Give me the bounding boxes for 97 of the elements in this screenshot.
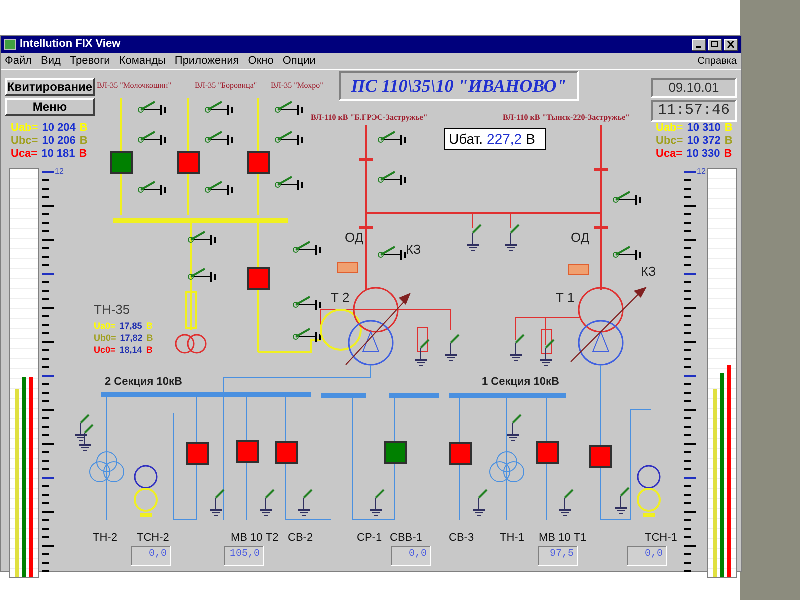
voltage-unit: В <box>724 148 732 161</box>
command-button[interactable]: Квитирование <box>5 78 95 96</box>
date-display: 09.10.01 <box>651 78 737 98</box>
menu-item[interactable]: Приложения <box>174 52 240 70</box>
voltage-unit: В <box>724 122 733 135</box>
menu-item[interactable]: Вид <box>41 52 61 70</box>
bay-label: ТН-1 <box>500 531 524 546</box>
voltage-unit: В <box>146 332 154 344</box>
voltage-label: Uab= <box>656 122 684 135</box>
battery-label: Uбат. <box>449 130 484 148</box>
voltage-label: Ub0= <box>94 332 116 344</box>
meter-display: 0,0 <box>391 546 431 566</box>
transformer-t2-icon <box>320 287 411 366</box>
transformer-title: ТН-35 <box>94 301 132 319</box>
equipment-label: Т 2 <box>331 289 350 307</box>
bay-label: ТСН-2 <box>137 531 170 546</box>
battery-unit: В <box>526 130 536 148</box>
line-label: ВЛ-110 кВ "Тынск-220-Застружье" <box>503 112 630 124</box>
bay-label: СВ-2 <box>288 531 314 546</box>
voltage-value: 10 181 <box>42 148 76 161</box>
voltage-unit: В <box>80 135 88 148</box>
equipment-label: ОД <box>571 229 590 247</box>
command-button[interactable]: Меню <box>5 98 95 116</box>
bay-label: СВВ-1 <box>390 531 422 546</box>
menu-item[interactable]: Справка <box>698 54 737 68</box>
voltage-value: 10 206 <box>42 135 76 148</box>
voltage-value: 17,82 <box>120 332 143 344</box>
menu-item[interactable]: Файл <box>5 52 32 70</box>
auxiliary-transformer-icon <box>637 465 661 517</box>
meter-display: 0,0 <box>131 546 171 566</box>
circuit-breaker[interactable] <box>536 441 559 464</box>
substation-banner: ПС 110\35\10 "ИВАНОВО" <box>339 71 579 101</box>
close-button[interactable] <box>724 38 738 50</box>
voltage-unit: В <box>146 344 153 356</box>
menu-item[interactable]: Опции <box>282 52 316 70</box>
app-icon <box>4 39 16 50</box>
circuit-breaker[interactable] <box>186 442 209 465</box>
restore-icon <box>711 41 719 48</box>
line-label: ВЛ-35 "Боровица" <box>195 80 258 92</box>
voltage-unit: В <box>146 320 153 332</box>
transformer-t1-icon <box>570 287 647 366</box>
equipment-label: КЗ <box>406 241 422 259</box>
meter-display: 0,0 <box>627 546 667 566</box>
circuit-breaker[interactable] <box>275 441 298 464</box>
scale-label: 12 <box>55 166 64 178</box>
voltage-label: Ua0= <box>94 320 116 332</box>
bay-label: МВ 10 Т1 <box>539 531 587 546</box>
circuit-breaker[interactable] <box>247 267 270 290</box>
circuit-breaker[interactable] <box>449 442 472 465</box>
voltage-label: Uca= <box>11 148 38 161</box>
meter-display: 97,5 <box>538 546 578 566</box>
voltage-unit: В <box>724 135 733 148</box>
battery-value: 227,2 <box>487 130 522 148</box>
bay-label: СВ-3 <box>449 531 474 546</box>
voltage-unit: В <box>79 148 88 161</box>
voltage-label: Ubc= <box>656 135 684 148</box>
tn35-transformer-icon <box>175 334 207 354</box>
bay-label: ТСН-1 <box>645 531 678 546</box>
voltage-value: 10 330 <box>686 148 720 161</box>
restore-button[interactable] <box>708 38 722 50</box>
voltage-label: Uca= <box>656 148 683 161</box>
voltage-label: Uab= <box>11 122 38 135</box>
voltage-value: 10 372 <box>687 135 721 148</box>
meter-display: 105,0 <box>224 546 264 566</box>
circuit-breaker[interactable] <box>384 441 407 464</box>
circuit-breaker[interactable] <box>177 151 200 174</box>
line-label: ВЛ-110 кВ "Б.ГРЭС-Застружье" <box>311 112 428 124</box>
voltage-value: 18,14 <box>120 344 142 356</box>
voltage-value: 17,85 <box>120 320 142 332</box>
bay-label: ТН-2 <box>93 531 118 546</box>
close-icon <box>727 41 735 48</box>
voltage-label: Ubc= <box>11 135 38 148</box>
circuit-breaker[interactable] <box>110 151 133 174</box>
circuit-breaker[interactable] <box>236 440 259 463</box>
line-label: ВЛ-35 "Молочкошин" <box>97 80 172 92</box>
section-label: 1 Секция 10кВ <box>482 375 560 390</box>
equipment-label: КЗ <box>641 263 656 281</box>
bay-label: МВ 10 Т2 <box>231 531 279 546</box>
voltage-value: 10 204 <box>42 122 76 135</box>
menu-item[interactable]: Тревоги <box>70 52 110 70</box>
section-label: 2 Секция 10кВ <box>105 375 182 390</box>
voltage-label: Uc0= <box>94 344 116 356</box>
circuit-breaker[interactable] <box>247 151 270 174</box>
bay-label: СР-1 <box>357 531 382 546</box>
time-display: 11:57:46 <box>651 100 737 122</box>
menu-item[interactable]: Окно <box>248 52 274 70</box>
voltage-unit: В <box>80 122 88 135</box>
auxiliary-transformer-icon <box>134 465 158 517</box>
line-label: ВЛ-35 "Мохро" <box>271 80 324 92</box>
voltage-value: 10 310 <box>687 122 721 135</box>
equipment-label: ОД <box>345 229 364 247</box>
minimize-button[interactable] <box>692 38 706 50</box>
scale-label: 12 <box>697 166 706 178</box>
circuit-breaker[interactable] <box>589 445 612 468</box>
window-title: Intellution FIX View <box>20 37 121 52</box>
equipment-label: Т 1 <box>556 289 575 307</box>
menu-item[interactable]: Команды <box>119 52 166 70</box>
